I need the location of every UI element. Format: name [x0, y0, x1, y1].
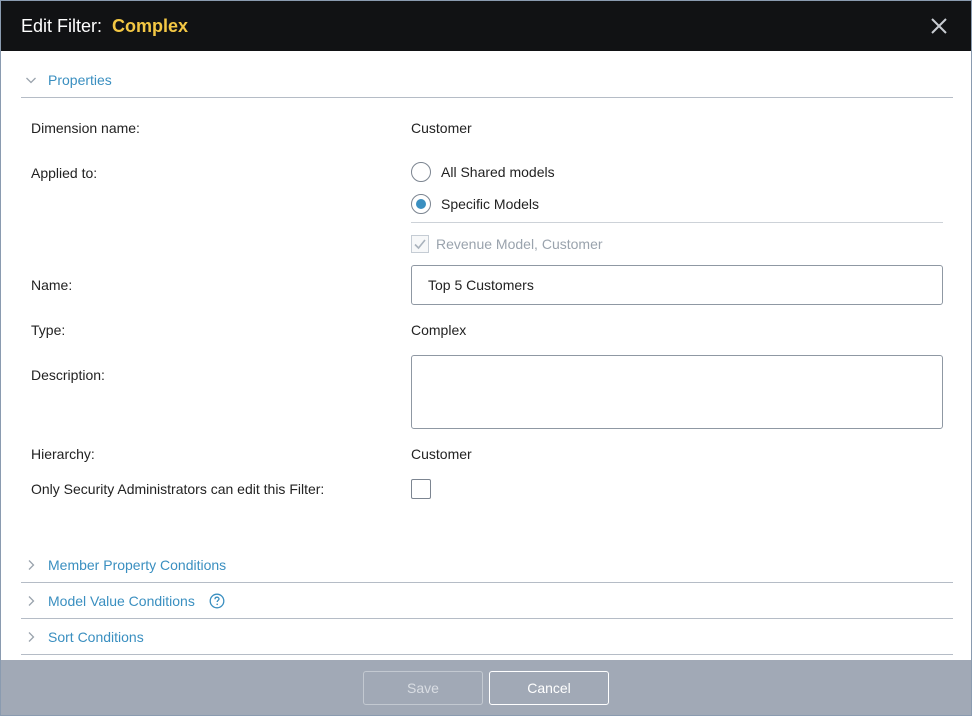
applied-to-label: Applied to:	[31, 165, 98, 181]
hierarchy-value: Customer	[411, 446, 472, 462]
dialog-footer: Save Cancel	[1, 660, 971, 715]
section-sort-conditions-label: Sort Conditions	[48, 628, 144, 645]
type-label: Type:	[31, 322, 66, 338]
close-icon[interactable]	[929, 16, 949, 36]
radio-all-shared-models-label[interactable]: All Shared models	[441, 164, 555, 180]
type-value: Complex	[411, 322, 467, 338]
help-icon[interactable]	[209, 593, 225, 609]
name-input[interactable]: Top 5 Customers	[411, 265, 943, 305]
chevron-right-icon	[28, 631, 35, 642]
dialog-header: Edit Filter: Complex	[1, 1, 971, 51]
section-properties-label: Properties	[48, 71, 112, 88]
name-input-value: Top 5 Customers	[428, 277, 534, 293]
section-member-property-conditions-header[interactable]: Member Property Conditions	[21, 547, 953, 583]
chevron-down-icon	[26, 77, 36, 83]
model-checkbox-label: Revenue Model, Customer	[436, 236, 603, 252]
section-sort-conditions-header[interactable]: Sort Conditions	[21, 619, 953, 655]
radio-specific-models[interactable]	[411, 194, 431, 214]
chevron-right-icon	[28, 559, 35, 570]
save-button[interactable]: Save	[363, 671, 483, 705]
description-textarea[interactable]	[411, 355, 943, 429]
name-label: Name:	[31, 277, 73, 293]
edit-filter-dialog: Edit Filter: Complex Properties Dimensio…	[0, 0, 972, 716]
section-member-property-conditions-label: Member Property Conditions	[48, 556, 227, 573]
security-admin-label: Only Security Administrators can edit th…	[31, 481, 325, 497]
radio-specific-models-label[interactable]: Specific Models	[441, 196, 539, 212]
description-label: Description:	[31, 367, 105, 383]
section-properties-header[interactable]: Properties	[21, 62, 953, 98]
cancel-button[interactable]: Cancel	[489, 671, 609, 705]
security-admin-checkbox[interactable]	[411, 479, 431, 499]
section-model-value-conditions-label: Model Value Conditions	[48, 592, 195, 609]
hierarchy-label: Hierarchy:	[31, 446, 95, 462]
radio-all-shared-models[interactable]	[411, 162, 431, 182]
dimension-name-label: Dimension name:	[31, 120, 140, 136]
checkmark-icon	[414, 239, 426, 250]
section-model-value-conditions-header[interactable]: Model Value Conditions	[21, 583, 953, 619]
dialog-title-filter-name: Complex	[112, 15, 189, 36]
chevron-right-icon	[28, 595, 35, 606]
dialog-title-prefix: Edit Filter:	[21, 15, 103, 36]
applied-to-divider	[411, 222, 943, 223]
dimension-name-value: Customer	[411, 120, 472, 136]
model-checkbox-disabled	[411, 235, 429, 253]
